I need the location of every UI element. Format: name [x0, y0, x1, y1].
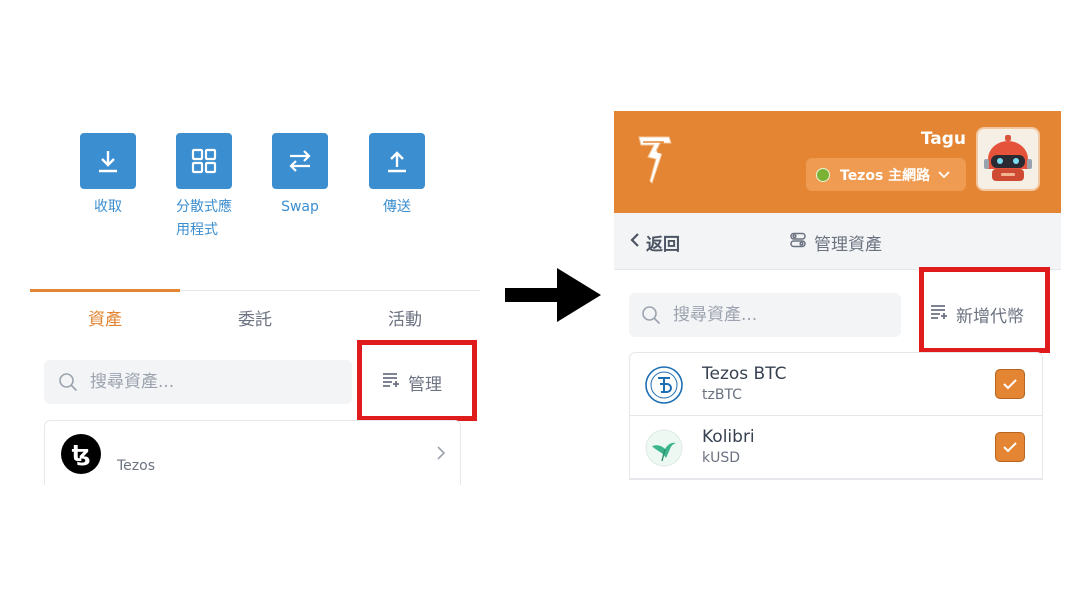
tab-activity[interactable]: 活動 — [330, 291, 480, 335]
token-visibility-checkbox[interactable] — [995, 432, 1025, 462]
highlight-box-add-token — [919, 267, 1050, 353]
left-screen: 收取 分散式應用程式 Swap 傳送 資產 委託 活動 搜尋資產... 管理 ꜩ… — [0, 0, 500, 613]
dapps-label: 分散式應用程式 — [176, 199, 232, 238]
checkmark-icon — [1003, 379, 1017, 390]
swap-icon — [272, 133, 328, 189]
highlight-box-manage — [357, 340, 477, 421]
token-row-tezos[interactable]: ꜩ Tezos — [44, 420, 461, 485]
avatar[interactable] — [976, 127, 1040, 191]
chevron-left-icon — [630, 232, 640, 253]
temple-logo-icon — [636, 133, 676, 191]
receive-label: 收取 — [94, 199, 122, 215]
send-button[interactable]: 傳送 — [369, 133, 425, 219]
token-list: Tezos BTC tzBTC Kolibri kUSD — [629, 352, 1043, 480]
token-symbol: tzBTC — [702, 387, 742, 403]
search-icon — [641, 305, 661, 325]
token-visibility-checkbox[interactable] — [995, 369, 1025, 399]
grid-icon — [176, 133, 232, 189]
tab-assets[interactable]: 資產 — [30, 289, 180, 335]
right-screen: Tagu Tezos 主網路 返回 管理資產 搜尋資產... 新增代幣 Tezo… — [614, 111, 1061, 481]
send-label: 傳送 — [383, 199, 411, 215]
toggles-icon — [790, 232, 806, 253]
dapps-button[interactable]: 分散式應用程式 — [176, 133, 232, 242]
upload-icon — [369, 133, 425, 189]
token-name: Kolibri — [702, 427, 755, 447]
asset-search-manage — [629, 293, 901, 337]
tezos-logo-icon: ꜩ — [61, 434, 101, 474]
download-icon — [80, 133, 136, 189]
chevron-right-icon — [436, 445, 446, 465]
network-label: Tezos 主網路 — [840, 167, 931, 184]
page-title-label: 管理資產 — [814, 235, 882, 255]
list-item[interactable]: Kolibri kUSD — [630, 416, 1042, 479]
swap-button[interactable]: Swap — [272, 133, 328, 219]
list-item[interactable]: Tezos BTC tzBTC — [630, 353, 1042, 416]
page-subnav: 返回 管理資產 — [614, 213, 1061, 270]
checkmark-icon — [1003, 442, 1017, 453]
tzbtc-logo-icon — [645, 366, 683, 404]
search-input[interactable] — [88, 371, 322, 393]
chevron-down-icon — [938, 170, 950, 179]
search-input[interactable] — [671, 304, 875, 326]
token-symbol: kUSD — [702, 450, 741, 466]
network-selector[interactable]: Tezos 主網路 — [806, 158, 966, 191]
token-name: Tezos — [117, 458, 155, 474]
network-status-icon — [816, 167, 830, 182]
asset-tabs: 資產 委託 活動 — [30, 289, 480, 335]
wallet-header: Tagu Tezos 主網路 — [614, 111, 1061, 213]
search-icon — [58, 372, 78, 392]
receive-button[interactable]: 收取 — [80, 133, 136, 219]
swap-label: Swap — [281, 199, 319, 215]
page-title: 管理資產 — [790, 230, 882, 255]
tab-delegation[interactable]: 委託 — [180, 291, 330, 335]
back-button[interactable]: 返回 — [630, 230, 680, 255]
transition-arrow-icon — [505, 268, 603, 326]
account-name[interactable]: Tagu — [921, 129, 966, 149]
token-name: Tezos BTC — [702, 364, 787, 384]
asset-search — [44, 360, 352, 404]
kolibri-logo-icon — [645, 429, 683, 467]
back-label: 返回 — [646, 235, 680, 255]
